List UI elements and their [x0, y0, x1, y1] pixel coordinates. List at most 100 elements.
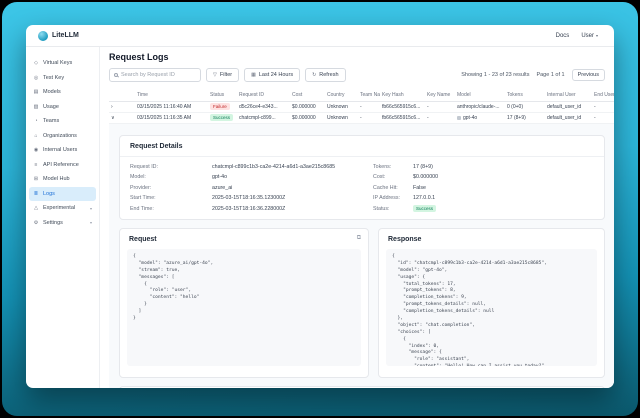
cell-status: Success	[208, 112, 237, 123]
cell-internal-user: default_user_id	[545, 101, 592, 112]
refresh-button-label: Refresh	[319, 72, 338, 78]
col-model: Model	[455, 89, 505, 101]
sidebar-item-internal-users[interactable]: ◉ Internal Users	[26, 143, 99, 158]
cell-country: Unknown	[325, 101, 358, 112]
request-details-title: Request Details	[120, 136, 604, 157]
detail-value-provider: azure_ai	[212, 185, 232, 191]
sidebar-item-label: Organizations	[43, 133, 77, 139]
col-key-name: Key Name	[425, 89, 455, 101]
time-range-button[interactable]: ▦ Last 24 Hours	[244, 68, 300, 82]
test-key-icon: ◎	[33, 75, 39, 81]
user-menu[interactable]: User ▾	[581, 33, 598, 39]
teams-icon: ◔	[33, 118, 39, 124]
grid-icon: ⊞	[33, 176, 39, 182]
status-badge: Failure	[210, 103, 230, 110]
filter-button[interactable]: ▽ Filter	[206, 68, 239, 82]
table-row-expanded[interactable]: ∨ 03/15/2025 11:16:35 AM Success chatcmp…	[109, 112, 614, 123]
sidebar-item-label: API Reference	[43, 162, 79, 168]
col-internal-user: Internal User	[545, 89, 592, 101]
detail-label: Tokens:	[373, 164, 413, 170]
user-menu-label: User	[581, 33, 594, 39]
sidebar-item-experimental[interactable]: △ Experimental ▾	[26, 201, 99, 216]
sidebar-item-label: Virtual Keys	[43, 60, 72, 66]
sidebar-item-label: Models	[43, 89, 61, 95]
detail-value-cache-hit: False	[413, 185, 426, 191]
col-cost: Cost	[290, 89, 325, 101]
sidebar-item-label: Teams	[43, 118, 59, 124]
cell-model: anthropic/claude-...	[455, 101, 505, 112]
table-header-row: Time Status Request ID Cost Country Team…	[109, 89, 614, 101]
col-status: Status	[208, 89, 237, 101]
logs-icon: ≣	[33, 191, 39, 197]
cell-time: 03/15/2025 11:16:35 AM	[135, 112, 208, 123]
cell-team-name: -	[358, 101, 380, 112]
detail-label: End Time:	[130, 206, 212, 212]
flask-icon: △	[33, 205, 39, 211]
sidebar-item-teams[interactable]: ◔ Teams	[26, 114, 99, 129]
col-country: Country	[325, 89, 358, 101]
request-json: { "model": "azure_ai/gpt-4o", "stream": …	[127, 249, 361, 366]
status-badge: Success	[210, 114, 233, 121]
request-panel-title: Request	[127, 236, 361, 249]
collapse-row-icon[interactable]: ∨	[109, 112, 135, 123]
table-row[interactable]: › 03/15/2025 11:16:40 AM Failure d5c26ce…	[109, 101, 614, 112]
top-navbar: LiteLLM Docs User ▾	[26, 25, 614, 47]
previous-page-button[interactable]: Previous	[572, 69, 605, 81]
litellm-logo-icon	[38, 31, 48, 41]
sidebar-item-label: Usage	[43, 104, 59, 110]
expand-row-icon[interactable]: ›	[109, 101, 135, 112]
docs-link[interactable]: Docs	[556, 33, 570, 39]
sidebar-item-label: Model Hub	[43, 176, 70, 182]
page-indicator: Page 1 of 1	[536, 72, 564, 78]
cell-status: Failure	[208, 101, 237, 112]
sidebar-item-label: Internal Users	[43, 147, 77, 153]
sidebar-item-api-reference[interactable]: ≡ API Reference	[26, 158, 99, 173]
main-content: Request Logs ▽ Filter ▦ Last 24 Hours ↻ …	[100, 47, 614, 388]
cell-end-user: -	[592, 101, 614, 112]
copy-icon[interactable]: ⧉	[357, 235, 361, 242]
refresh-button[interactable]: ↻ Refresh	[305, 68, 345, 82]
sidebar-item-settings[interactable]: ⚙ Settings ▾	[26, 216, 99, 231]
detail-value-ip-address: 127.0.0.1	[413, 195, 435, 201]
col-key-hash: Key Hash	[380, 89, 425, 101]
detail-label: Cache Hit:	[373, 185, 413, 191]
request-details-card: Request Details Request ID:chatcmpl-c899…	[119, 135, 605, 221]
detail-value-end-time: 2025-03-15T18:16:36.228000Z	[212, 206, 285, 212]
sidebar-item-models[interactable]: ▤ Models	[26, 85, 99, 100]
detail-label: Model:	[130, 174, 212, 180]
detail-label: Request ID:	[130, 164, 212, 170]
sidebar-item-label: Settings	[43, 220, 63, 226]
col-end-user: End User	[592, 89, 614, 101]
cell-internal-user: default_user_id	[545, 112, 592, 123]
cell-cost: $0.000000	[290, 112, 325, 123]
sidebar-item-usage[interactable]: ▨ Usage	[26, 100, 99, 115]
app-window: LiteLLM Docs User ▾ ◇ Virtual Keys ◎ Tes…	[26, 25, 614, 388]
request-logs-table: Time Status Request ID Cost Country Team…	[109, 89, 614, 124]
detail-value-request-id: chatcmpl-c899c1b3-ca2e-4214-a6d1-a3ae215…	[212, 164, 335, 170]
detail-value-tokens: 17 (8+9)	[413, 164, 433, 170]
search-icon	[114, 73, 118, 77]
cell-key-hash: fb66c565915c6...	[380, 101, 425, 112]
gear-icon: ⚙	[33, 220, 39, 226]
cell-team-name: -	[358, 112, 380, 123]
search-input[interactable]	[121, 72, 196, 78]
sidebar-item-logs[interactable]: ≣ Logs	[29, 187, 96, 202]
chevron-down-icon: ▾	[596, 33, 598, 38]
expanded-row-panel: Request Details Request ID:chatcmpl-c899…	[109, 124, 614, 389]
calendar-icon: ▦	[251, 72, 256, 78]
sidebar-item-organizations[interactable]: ⌂ Organizations	[26, 129, 99, 144]
request-panel: Request ⧉ { "model": "azure_ai/gpt-4o", …	[119, 228, 369, 378]
toolbar: ▽ Filter ▦ Last 24 Hours ↻ Refresh Showi…	[109, 68, 605, 82]
detail-label: Provider:	[130, 185, 212, 191]
sidebar-item-test-key[interactable]: ◎ Test Key	[26, 71, 99, 86]
chart-icon: ▨	[33, 104, 39, 110]
cell-time: 03/15/2025 11:16:40 AM	[135, 101, 208, 112]
search-box[interactable]	[109, 68, 201, 82]
cell-country: Unknown	[325, 112, 358, 123]
cell-request-id: d5c26ce4-e343...	[237, 101, 290, 112]
sidebar-item-model-hub[interactable]: ⊞ Model Hub	[26, 172, 99, 187]
sidebar-item-virtual-keys[interactable]: ◇ Virtual Keys	[26, 56, 99, 71]
document-icon: ≡	[33, 162, 39, 168]
detail-label: Start Time:	[130, 195, 212, 201]
chevron-down-icon: ▾	[90, 206, 92, 211]
